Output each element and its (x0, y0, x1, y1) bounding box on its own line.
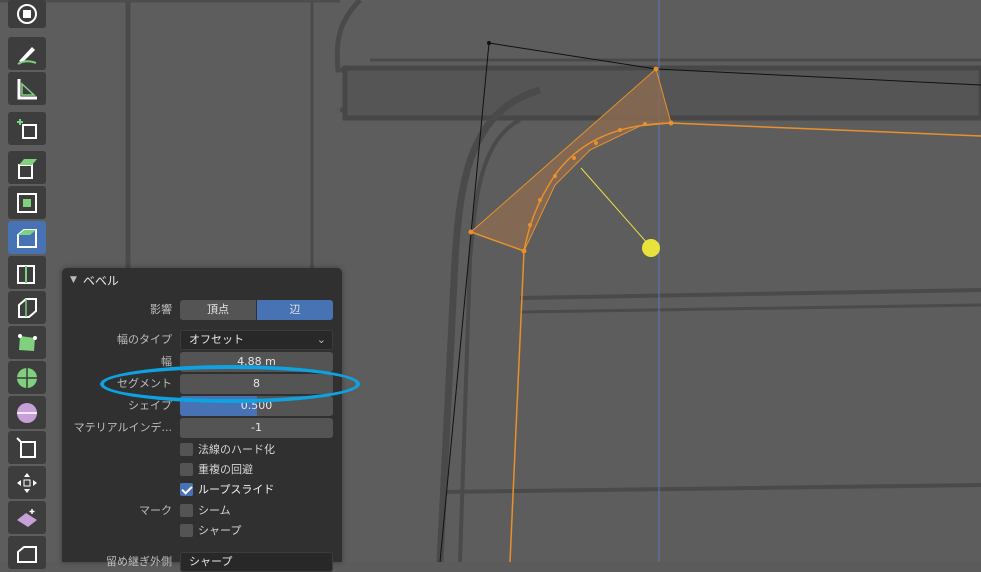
annotate-icon (17, 46, 37, 65)
measure-tool[interactable] (8, 72, 46, 105)
annotate-tool[interactable] (8, 37, 46, 70)
width-type-value: オフセット (189, 333, 244, 346)
affect-toggle: 頂点 辺 (180, 300, 333, 320)
miter-outer-label: 留め継ぎ外側 (106, 555, 172, 568)
rip-region-tool[interactable] (8, 536, 46, 569)
collapse-arrow-icon[interactable]: ▼ (70, 275, 77, 285)
shrink-fatten-tool[interactable] (8, 431, 46, 464)
material-index-field[interactable]: -1 (180, 418, 333, 438)
add-cube-tool[interactable] (8, 112, 46, 145)
inset-faces-tool[interactable] (8, 186, 46, 219)
add-cube-icon (17, 118, 37, 139)
cursor-transform-icon (17, 4, 37, 24)
miter-outer-dropdown[interactable]: シャープ (180, 552, 333, 572)
material-index-label: マテリアルインデ... (73, 421, 172, 434)
edge-slide-icon (17, 472, 37, 493)
mark-seam-checkbox[interactable] (180, 504, 193, 517)
width-type-row: 幅のタイプ オフセット ⌄ (62, 330, 342, 350)
extrude-tool[interactable] (8, 151, 46, 184)
miter-outer-row: 留め継ぎ外側 シャープ (62, 552, 342, 572)
poly-build-icon (18, 333, 37, 351)
smooth-tool[interactable] (8, 396, 46, 429)
poly-build-tool[interactable] (8, 326, 46, 359)
mark-seam-label: シーム (198, 504, 231, 517)
panel-header[interactable]: ▼ ベベル (62, 268, 342, 292)
mark-label: マーク (139, 504, 172, 517)
spin-tool[interactable] (8, 361, 46, 394)
affect-row: 影響 頂点 辺 (62, 300, 342, 320)
mark-seam-row: マーク シーム (62, 501, 342, 521)
bevel-icon (17, 228, 37, 248)
cursor-transform-tool[interactable] (8, 0, 46, 28)
affect-edges-button[interactable]: 辺 (257, 300, 333, 320)
inset-faces-icon (17, 192, 37, 213)
knife-tool[interactable] (8, 291, 46, 324)
mark-sharp-checkbox[interactable] (180, 524, 193, 537)
loop-slide-label: ループスライド (198, 483, 275, 496)
harden-normals-row[interactable]: 法線のハード化 (62, 440, 342, 460)
loop-cut-icon (17, 264, 35, 284)
harden-normals-label: 法線のハード化 (198, 443, 275, 456)
material-index-row: マテリアルインデ... -1 (62, 418, 342, 438)
shrink-fatten-icon (16, 436, 36, 458)
width-type-label: 幅のタイプ (117, 333, 172, 346)
chevron-down-icon: ⌄ (316, 333, 326, 346)
loop-slide-checkbox[interactable] (180, 483, 193, 496)
affect-vertices-button[interactable]: 頂点 (180, 300, 257, 320)
pivot-point (642, 239, 660, 257)
knife-icon (18, 297, 37, 318)
clamp-overlap-row[interactable]: 重複の回避 (62, 460, 342, 480)
bevel-operator-panel: ▼ ベベル 影響 頂点 辺 幅のタイプ オフセット ⌄ 幅 4.88 m セグメ… (62, 268, 342, 572)
mark-sharp-row[interactable]: シャープ (62, 521, 342, 541)
edge-slide-tool[interactable] (8, 466, 46, 499)
loop-slide-row[interactable]: ループスライド (62, 480, 342, 500)
shear-icon (17, 508, 37, 527)
affect-label: 影響 (150, 303, 172, 316)
bevel-tool[interactable] (8, 221, 46, 254)
clamp-overlap-label: 重複の回避 (198, 463, 253, 476)
segments-highlight-ellipse (100, 365, 360, 403)
panel-title: ベベル (82, 273, 119, 288)
extrude-icon (18, 158, 37, 179)
tool-shelf (8, 0, 46, 569)
harden-normals-checkbox[interactable] (180, 443, 193, 456)
measure-icon (17, 78, 37, 99)
spin-icon (17, 367, 37, 388)
mark-sharp-label: シャープ (198, 524, 242, 537)
clamp-overlap-checkbox[interactable] (180, 463, 193, 476)
smooth-icon (17, 402, 37, 423)
width-type-dropdown[interactable]: オフセット ⌄ (180, 330, 333, 350)
shear-tool[interactable] (8, 501, 46, 534)
loop-cut-tool[interactable] (8, 256, 46, 289)
